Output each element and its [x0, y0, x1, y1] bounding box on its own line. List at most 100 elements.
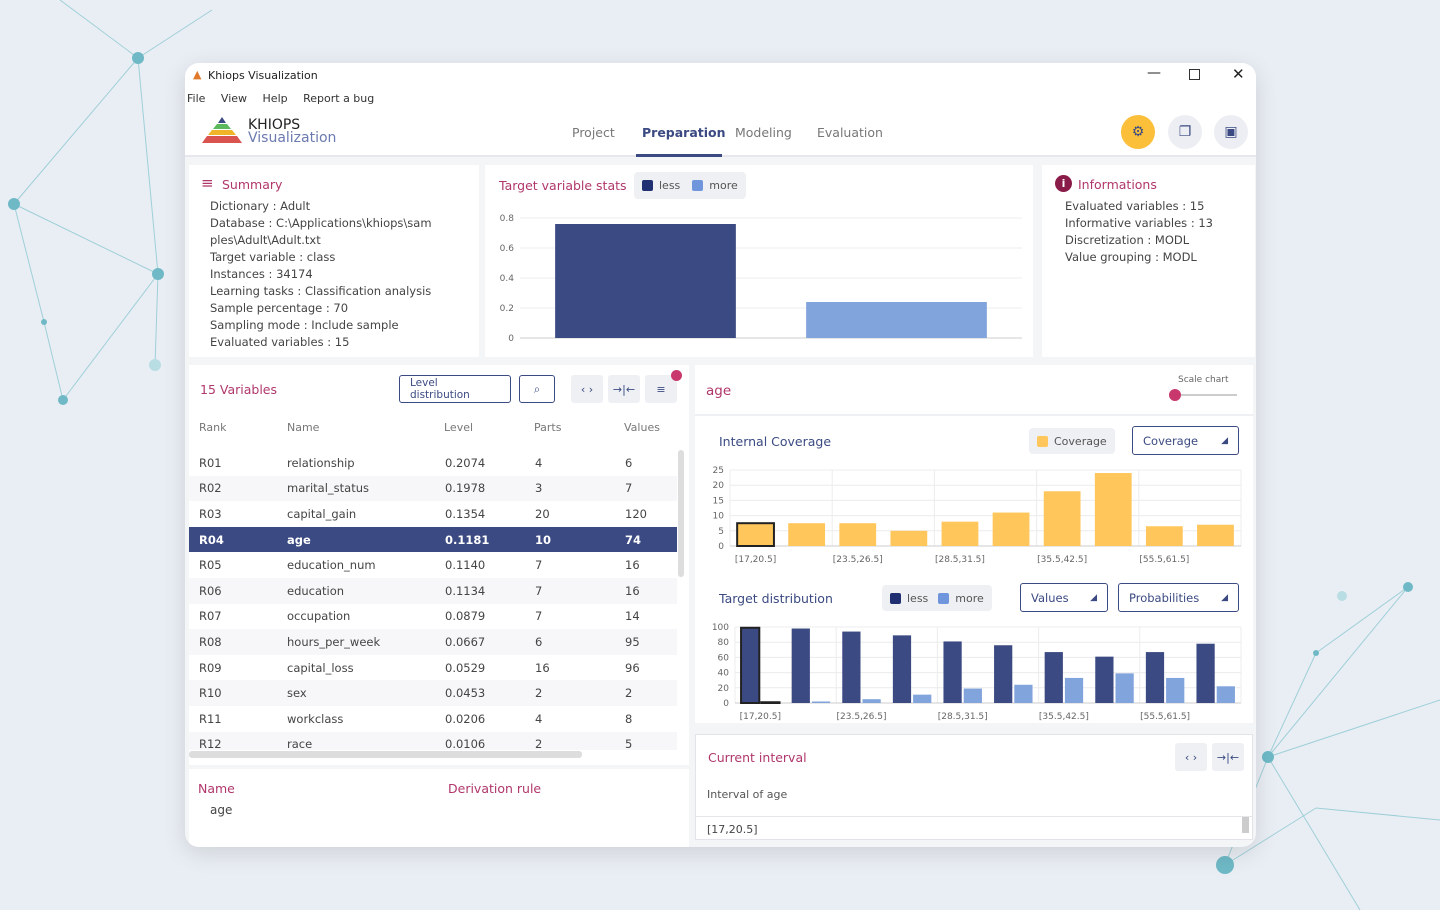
cell-parts: 10	[525, 526, 615, 553]
filter-badge	[671, 370, 682, 381]
table-row[interactable]: R06 education 0.1134 7 16	[189, 577, 677, 604]
summary-database: Database : C:\Applications\khiops\sam	[210, 216, 432, 230]
table-row[interactable]: R03 capital_gain 0.1354 20 120	[189, 501, 677, 527]
cell-parts: 7	[535, 558, 543, 573]
informations-card: i Informations Evaluated variables : 15 …	[1042, 165, 1255, 357]
table-row[interactable]: R12 race 0.0106 2 5	[189, 731, 677, 750]
minimize-button[interactable]: —	[1147, 65, 1161, 81]
column-parts[interactable]: Parts	[534, 421, 561, 434]
search-button[interactable]: ⌕	[519, 375, 555, 403]
close-button[interactable]: ✕	[1232, 65, 1245, 83]
y-tick-label: 0.8	[500, 214, 515, 224]
table-horizontal-scrollbar[interactable]	[189, 751, 582, 758]
legend-less[interactable]: less	[659, 179, 680, 192]
cell-parts: 4	[535, 455, 543, 470]
cell-level: 0.1978	[435, 475, 525, 502]
bar	[963, 688, 982, 703]
x-tick-label: [17,20.5]	[735, 555, 776, 565]
y-tick-label: 100	[712, 623, 729, 633]
legend-more[interactable]: more	[709, 179, 738, 192]
tab-preparation[interactable]: Preparation	[642, 125, 726, 140]
summary-database-cont: ples\Adult\Adult.txt	[210, 233, 321, 247]
table-row[interactable]: R02 marital_status 0.1978 3 7	[189, 475, 677, 502]
copy-image-button[interactable]: ▣	[1214, 115, 1248, 149]
fit-columns-button[interactable]: →|←	[608, 375, 640, 403]
cell-name: relationship	[287, 455, 355, 470]
cell-values: 96	[625, 660, 640, 675]
dist-legend-more[interactable]: more	[955, 592, 984, 605]
values-select[interactable]: Values ◢	[1020, 583, 1108, 612]
table-vertical-scrollbar[interactable]	[678, 450, 684, 577]
coverage-select-value: Coverage	[1143, 433, 1199, 448]
info-discretization: Discretization : MODL	[1065, 233, 1190, 247]
table-row[interactable]: R05 education_num 0.1140 7 16	[189, 552, 677, 578]
interval-fit-button[interactable]: →|←	[1212, 743, 1244, 771]
menu-file[interactable]: File	[187, 92, 205, 105]
search-icon: ⌕	[533, 381, 541, 396]
probabilities-select[interactable]: Probabilities ◢	[1118, 583, 1239, 612]
menu-help[interactable]: Help	[263, 92, 288, 105]
bar	[1043, 491, 1081, 546]
cell-name: age	[277, 526, 435, 553]
summary-sampling-mode: Sampling mode : Include sample	[210, 318, 399, 332]
cell-parts: 3	[525, 475, 615, 502]
level-distribution-button[interactable]: Level distribution	[399, 375, 511, 403]
interval-expand-button[interactable]: ‹ ›	[1175, 743, 1207, 771]
expand-columns-button[interactable]: ‹ ›	[571, 375, 603, 403]
bar	[913, 694, 932, 703]
column-values[interactable]: Values	[624, 421, 660, 434]
y-tick-label: 20	[713, 481, 725, 491]
tab-modeling[interactable]: Modeling	[735, 125, 792, 140]
coverage-select[interactable]: Coverage ◢	[1132, 426, 1239, 455]
summary-card: ≡ Summary Dictionary : Adult Database : …	[189, 165, 479, 357]
interval-value[interactable]: [17,20.5]	[707, 823, 758, 836]
bar	[736, 522, 775, 547]
cell-parts: 16	[535, 660, 550, 675]
summary-sample-percentage: Sample percentage : 70	[210, 301, 349, 315]
legend-coverage[interactable]: Coverage	[1054, 435, 1107, 448]
table-row[interactable]: R10 sex 0.0453 2 2	[189, 680, 677, 706]
bar	[890, 530, 928, 546]
bar	[1166, 677, 1185, 703]
interval-scrollbar[interactable]	[1242, 817, 1249, 833]
cell-level: 0.1134	[435, 577, 525, 604]
gear-icon: ⚙	[1131, 124, 1145, 140]
bar	[941, 521, 979, 546]
info-informative: Informative variables : 13	[1065, 216, 1213, 230]
menu-report-bug[interactable]: Report a bug	[303, 92, 374, 105]
bar	[1196, 643, 1215, 703]
scale-chart-slider[interactable]	[1175, 394, 1237, 396]
dist-legend-less[interactable]: less	[907, 592, 928, 605]
cell-level: 0.0206	[445, 711, 486, 726]
column-level[interactable]: Level	[444, 421, 473, 434]
interval-column-header[interactable]: Interval of age	[707, 788, 787, 801]
table-row[interactable]: R01 relationship 0.2074 4 6	[189, 450, 677, 476]
settings-button[interactable]: ⚙	[1121, 115, 1155, 149]
cell-rank: R06	[189, 577, 277, 604]
copy-button[interactable]: ❐	[1168, 115, 1202, 149]
column-rank[interactable]: Rank	[199, 421, 226, 434]
table-row[interactable]: R08 hours_per_week 0.0667 6 95	[189, 629, 677, 655]
values-select-value: Values	[1031, 590, 1069, 605]
variables-title: 15 Variables	[200, 382, 278, 397]
cell-level: 0.0879	[445, 609, 486, 624]
bar	[1145, 526, 1183, 546]
table-row[interactable]: R11 workclass 0.0206 4 8	[189, 706, 677, 732]
maximize-button[interactable]	[1189, 69, 1200, 80]
menu-view[interactable]: View	[221, 92, 247, 105]
scale-chart-slider-thumb[interactable]	[1169, 389, 1181, 401]
info-value-grouping: Value grouping : MODL	[1065, 250, 1197, 264]
chevrons-icon: ‹ ›	[580, 382, 594, 396]
column-name[interactable]: Name	[287, 421, 319, 434]
cell-rank: R01	[199, 455, 222, 470]
title-bar: ▲ Khiops Visualization — ✕	[185, 63, 1256, 87]
cell-values: 74	[615, 526, 677, 553]
cell-level: 0.0106	[435, 731, 525, 750]
cell-values: 16	[615, 577, 677, 604]
logo-subtitle: Visualization	[248, 130, 337, 146]
table-row[interactable]: R07 occupation 0.0879 7 14	[189, 604, 677, 630]
table-row[interactable]: R04 age 0.1181 10 74	[189, 526, 677, 553]
table-row[interactable]: R09 capital_loss 0.0529 16 96	[189, 655, 677, 681]
tab-evaluation[interactable]: Evaluation	[817, 125, 883, 140]
tab-project[interactable]: Project	[572, 125, 615, 140]
